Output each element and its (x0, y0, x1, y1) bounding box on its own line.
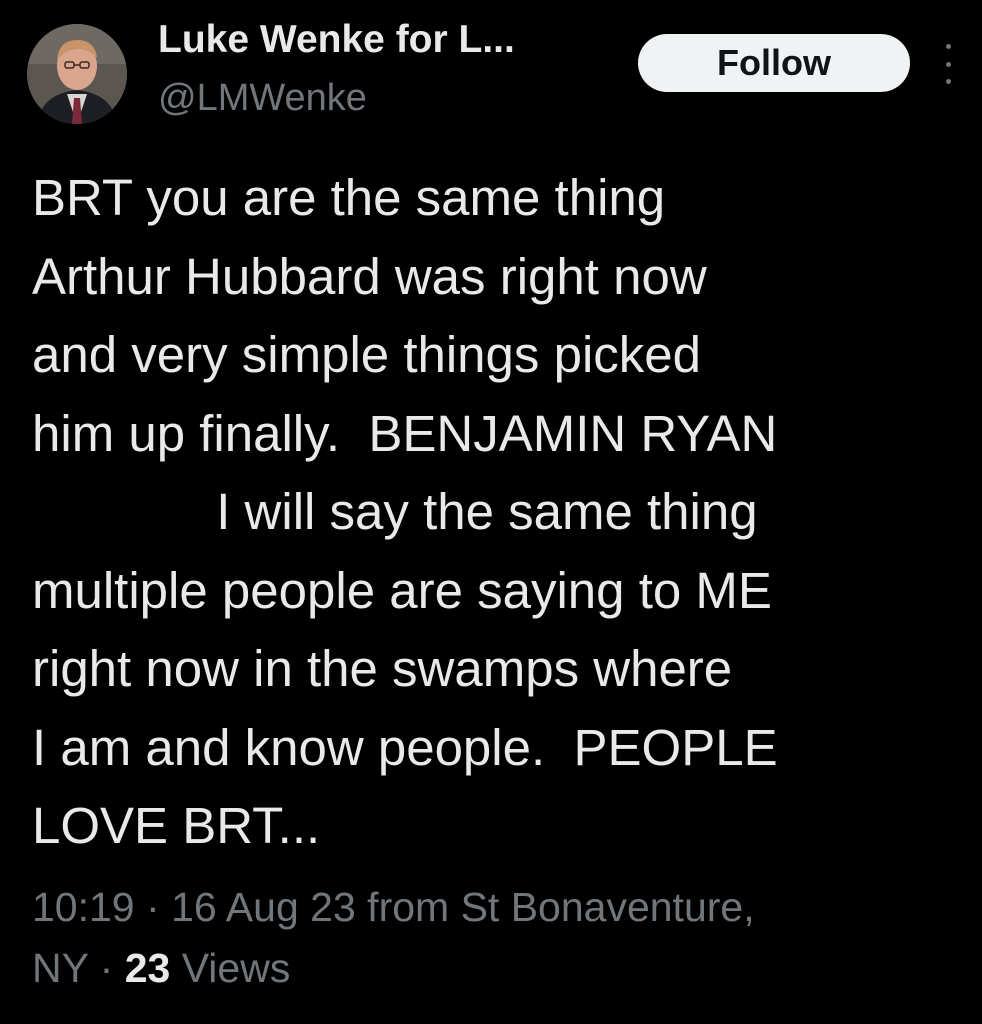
tweet-text-line: him up finally. BENJAMIN RYAN (32, 404, 778, 462)
more-dot (945, 44, 951, 49)
tweet-text-line: LOVE BRT... (32, 797, 321, 854)
meta-separator: · (146, 884, 160, 930)
tweet-text-line: Arthur Hubbard was right now (32, 247, 707, 305)
author-handle[interactable]: @LMWenke (158, 74, 367, 122)
tweet-text-line: BRT you are the same thing (32, 169, 666, 226)
follow-button[interactable]: Follow (638, 34, 910, 92)
author-display-name[interactable]: Luke Wenke for L... (158, 16, 515, 64)
tweet-meta-line-1: 10:19 · 16 Aug 23 from St Bonaventure, (32, 877, 962, 938)
tweet-text: BRT you are the same thing Arthur Hubbar… (32, 159, 962, 866)
tweet-meta-line-2: NY · 23 Views (32, 938, 962, 999)
avatar[interactable] (27, 24, 127, 124)
tweet-time[interactable]: 10:19 (32, 884, 135, 930)
tweet-date[interactable]: 16 Aug 23 (171, 884, 356, 930)
tweet-text-line: I am and know people. PEOPLE (32, 718, 778, 776)
meta-separator: · (99, 945, 114, 991)
tweet-text-line: and very simple things picked (32, 326, 702, 383)
profile-photo-icon (27, 24, 127, 124)
tweet-text-line: multiple people are saying to ME (32, 561, 772, 619)
tweet-text-line: right now in the swamps where (32, 640, 733, 697)
tweet-meta: 10:19 · 16 Aug 23 from St Bonaventure, N… (32, 877, 962, 999)
more-dot (945, 79, 951, 84)
tweet-location-cont[interactable]: NY (32, 945, 88, 991)
more-dot (945, 61, 951, 67)
tweet-source[interactable]: from St Bonaventure, (367, 884, 754, 930)
more-vertical-icon[interactable] (934, 44, 962, 84)
views-label[interactable]: Views (182, 945, 291, 991)
tweet-text-line: I will say the same thing (32, 483, 758, 540)
views-count[interactable]: 23 (125, 945, 171, 991)
